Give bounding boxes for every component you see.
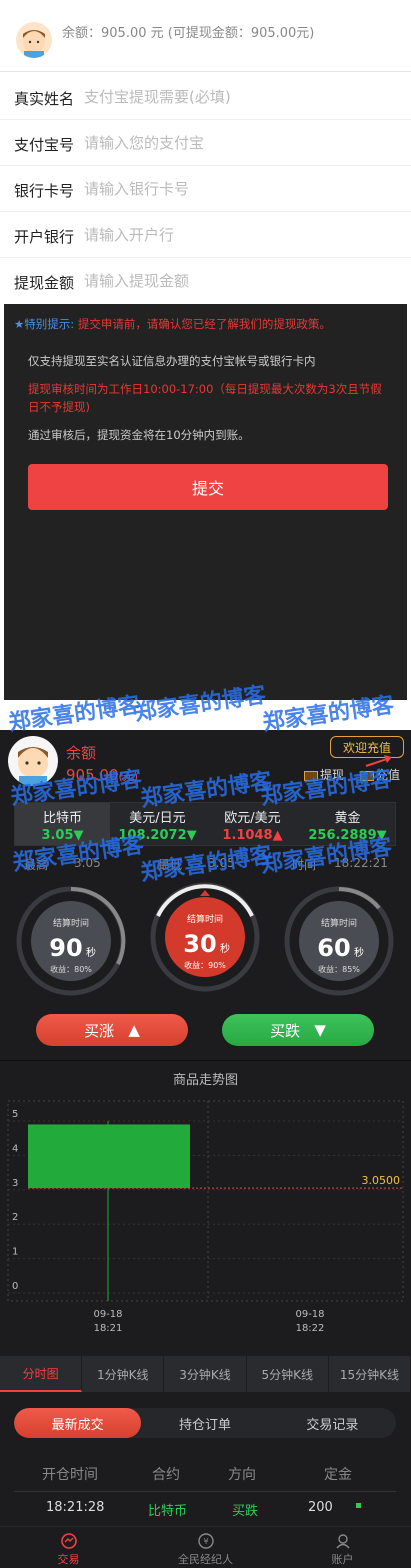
svg-text:秒: 秒 [86, 946, 96, 959]
ticker-gold[interactable]: 黄金 256.2889▼ [300, 803, 395, 845]
svg-text:结算时间: 结算时间 [187, 913, 223, 925]
bottom-nav: 交易 ¥ 全民经纪人 账户 [0, 1526, 411, 1568]
tab-history[interactable]: 交易记录 [269, 1408, 396, 1438]
y-tick-label: 2 [12, 1212, 18, 1223]
trade-panel: 余额 905.00(元) 欢迎充值 提现 充值 比特币 3.05▼ 美元/日元 … [0, 730, 411, 1568]
tab-timeshare[interactable]: 分时图 [0, 1356, 83, 1392]
form-row-bank: 开户银行 [0, 212, 411, 258]
ticker-bar: 比特币 3.05▼ 美元/日元 108.2072▼ 欧元/美元 1.1048▲ … [14, 802, 396, 846]
bank-name-input[interactable] [84, 222, 384, 248]
notice-line-red: 提现审核时间为工作日10:00-17:00（每日提现最大次数为3次且节假日不予提… [28, 382, 382, 414]
buy-down-button[interactable]: 买跌 ▼ [222, 1014, 374, 1046]
recharge-icon [360, 770, 374, 781]
alipay-input[interactable] [84, 130, 384, 156]
price-stats: 最高 3.05 最低 3.05 时间 18:22:21 [24, 856, 388, 872]
field-label: 支付宝号 [14, 136, 75, 154]
withdraw-icon [304, 770, 318, 781]
arrow-down-icon: ▼ [314, 1021, 326, 1039]
tab-3min[interactable]: 3分钟K线 [164, 1356, 247, 1392]
ticker-bitcoin[interactable]: 比特币 3.05▼ [15, 803, 110, 845]
nav-trade[interactable]: 交易 [0, 1527, 137, 1568]
account-bar: 余额 905.00(元) 欢迎充值 提现 充值 [0, 730, 411, 794]
svg-text:结算时间: 结算时间 [321, 917, 357, 929]
notice-headline: ★特别提示: 提交申请前，请确认您已经了解我们的提现政策。 [14, 317, 331, 331]
field-label: 银行卡号 [14, 182, 75, 200]
chart-bar [28, 1124, 190, 1189]
field-label: 开户银行 [14, 228, 75, 246]
balance-value: 905.00(元) [66, 766, 139, 784]
avatar [16, 22, 52, 58]
svg-text:结算时间: 结算时间 [53, 917, 89, 929]
status-dot [356, 1503, 361, 1508]
period-tabs: 分时图 1分钟K线 3分钟K线 5分钟K线 15分钟K线 [0, 1356, 411, 1392]
svg-text:秒: 秒 [354, 946, 364, 959]
real-name-input[interactable] [84, 84, 384, 110]
avatar [8, 736, 58, 786]
svg-text:收益：90%: 收益：90% [184, 960, 226, 970]
ticker-eurusd[interactable]: 欧元/美元 1.1048▲ [205, 803, 300, 845]
svg-text:秒: 秒 [220, 942, 230, 955]
account-icon [335, 1534, 350, 1549]
tab-latest-trades[interactable]: 最新成交 [14, 1408, 142, 1438]
nav-account[interactable]: 账户 [274, 1527, 411, 1568]
y-tick-label: 4 [12, 1143, 18, 1154]
notice-line: 通过审核后，提现资金将在10分钟内到账。 [28, 428, 250, 442]
field-label: 提现金额 [14, 274, 75, 292]
svg-text:60: 60 [317, 934, 350, 962]
x-tick-label: 09-18 [295, 1309, 324, 1320]
svg-text:收益：85%: 收益：85% [318, 964, 360, 974]
x-tick-label: 09-18 [93, 1309, 122, 1320]
tab-positions[interactable]: 持仓订单 [141, 1408, 268, 1438]
chart-plot: 0 1 2 3 4 5 3.0500 09-18 18:21 09-18 18:22 [7, 1100, 404, 1334]
settlement-dials: 结算时间 90 秒 收益：80% 结算时间 30 秒 收益：90% 结算时间 6… [0, 882, 411, 1002]
tab-1min[interactable]: 1分钟K线 [82, 1356, 165, 1392]
form-row-name: 真实姓名 [0, 74, 411, 120]
tab-5min[interactable]: 5分钟K线 [246, 1356, 329, 1392]
trade-icon [60, 1533, 77, 1549]
arrow-up-icon: ▲ [128, 1021, 140, 1039]
ticker-usdjpy[interactable]: 美元/日元 108.2072▼ [110, 803, 205, 845]
svg-text:30: 30 [183, 930, 216, 958]
withdraw-form-section: 余额：905.00 元 (可提现金额：905.00元) 真实姓名 支付宝号 银行… [0, 0, 411, 304]
broker-icon: ¥ [197, 1533, 214, 1549]
y-tick-label: 1 [12, 1247, 18, 1258]
recharge-link[interactable]: 充值 [360, 766, 400, 783]
trend-chart: 商品走势图 0 1 2 3 4 5 3.0500 09-18 18:21 09-18 18:22 [0, 1060, 411, 1350]
y-tick-label: 3 [12, 1178, 18, 1189]
dial-60s[interactable]: 结算时间 60 秒 收益：85% [284, 886, 394, 996]
chart-title: 商品走势图 [172, 1073, 238, 1088]
notice-line: 仅支持提现至实名认证信息办理的支付宝帐号或银行卡内 [28, 354, 316, 368]
amount-input[interactable] [84, 268, 384, 294]
form-row-amount: 提现金额 [0, 258, 411, 304]
tab-15min[interactable]: 15分钟K线 [328, 1356, 411, 1392]
field-label: 真实姓名 [14, 90, 75, 108]
trades-table-header: 开仓时间 合约 方向 定金 [14, 1456, 396, 1492]
x-tick-label: 18:21 [94, 1323, 123, 1334]
nav-broker[interactable]: ¥ 全民经纪人 [137, 1527, 274, 1568]
dial-30s-active[interactable]: 结算时间 30 秒 收益：90% [150, 882, 260, 992]
form-row-alipay: 支付宝号 [0, 120, 411, 166]
form-row-bankcard: 银行卡号 [0, 166, 411, 212]
svg-text:收益：80%: 收益：80% [50, 964, 92, 974]
buy-up-button[interactable]: 买涨 ▲ [36, 1014, 188, 1046]
balance-text: 余额：905.00 元 (可提现金额：905.00元) [62, 26, 315, 41]
pointer-arrow-icon [365, 755, 392, 767]
orders-segment: 最新成交 持仓订单 交易记录 [14, 1408, 396, 1438]
withdraw-notice: ★特别提示: 提交申请前，请确认您已经了解我们的提现政策。 仅支持提现至实名认证… [4, 304, 407, 700]
withdraw-link[interactable]: 提现 [304, 766, 344, 783]
svg-text:¥: ¥ [203, 1537, 208, 1546]
svg-text:90: 90 [49, 934, 82, 962]
y-tick-label: 0 [12, 1281, 18, 1292]
dial-90s[interactable]: 结算时间 90 秒 收益：80% [16, 886, 126, 996]
y-tick-label: 5 [12, 1109, 18, 1120]
submit-button[interactable]: 提交 [28, 464, 388, 510]
balance-row: 余额：905.00 元 (可提现金额：905.00元) [0, 0, 411, 72]
table-row: 18:21:28 比特币 买跌 200 [14, 1500, 396, 1524]
current-price-label: 3.0500 [362, 1174, 401, 1187]
bank-card-input[interactable] [84, 176, 384, 202]
balance-label: 余额 [66, 744, 97, 762]
x-tick-label: 18:22 [296, 1323, 325, 1334]
